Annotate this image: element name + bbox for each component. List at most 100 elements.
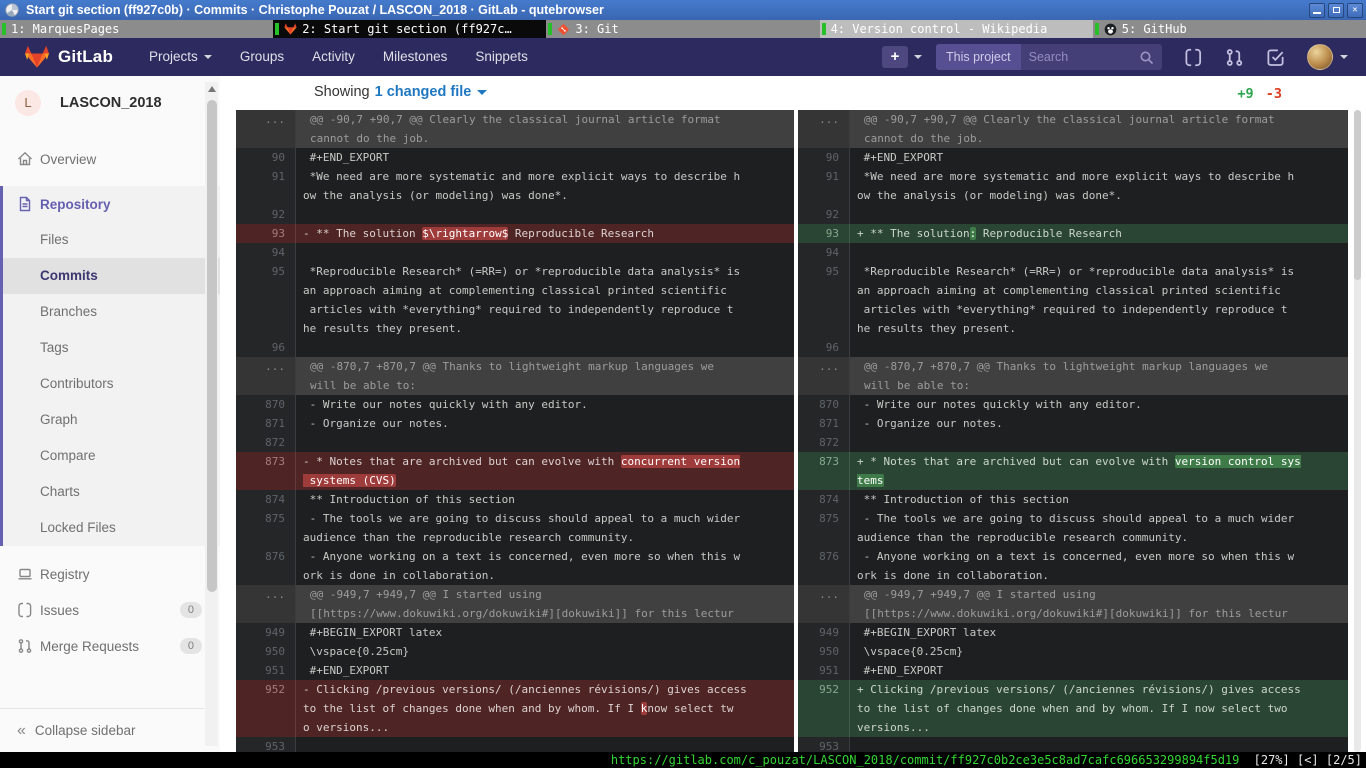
line-number[interactable]: 91 [798,167,850,205]
line-number[interactable]: 953 [798,737,850,752]
sidebar-subitem-files[interactable]: Files [3,222,220,258]
nav-link-groups[interactable]: Groups [226,38,298,76]
line-number[interactable]: 93 [798,224,850,243]
maximize-button[interactable] [1328,3,1344,18]
sidebar-item-merge-requests[interactable]: Merge Requests0 [0,628,220,664]
diff-line-content: @@ -870,7 +870,7 @@ Thanks to lightweigh… [850,357,1348,395]
line-number[interactable]: 950 [798,642,850,661]
line-number[interactable]: 873 [236,452,296,490]
line-number[interactable]: 94 [798,243,850,262]
user-menu-caret-icon[interactable] [1340,55,1348,59]
new-menu-caret-icon[interactable] [914,55,922,59]
line-number[interactable]: 90 [236,148,296,167]
close-button[interactable]: ✕ [1347,3,1363,18]
line-number[interactable]: 92 [236,205,296,224]
diff-line-content: - The tools we are going to discuss shou… [296,509,794,547]
minimize-button[interactable] [1309,3,1325,18]
scrollbar-up-arrow-icon[interactable] [208,86,216,92]
tab-3[interactable]: 3: Git [546,20,819,38]
line-number[interactable]: 875 [798,509,850,547]
sidebar-subitem-locked-files[interactable]: Locked Files [3,510,220,546]
line-number[interactable]: 92 [798,205,850,224]
changed-files-link[interactable]: 1 changed file [375,84,472,100]
sidebar-subitem-commits[interactable]: Commits [3,258,220,294]
line-number[interactable]: 951 [236,661,296,680]
line-number[interactable]: 874 [798,490,850,509]
sidebar-subitem-graph[interactable]: Graph [3,402,220,438]
sidebar-item-registry[interactable]: Registry [0,556,220,592]
line-number[interactable]: 93 [236,224,296,243]
diff-row: 873+ * Notes that are archived but can e… [798,452,1348,490]
tab-bar: 1: MarquesPages2: Start git section (ff9… [0,20,1366,38]
diff-line-content: #+END_EXPORT [850,661,1348,680]
search-icon[interactable] [1139,50,1154,65]
line-number[interactable]: 950 [236,642,296,661]
sidebar-scrollbar[interactable] [205,82,218,746]
line-number[interactable]: 949 [236,623,296,642]
line-number[interactable]: ... [798,110,850,148]
sidebar-scrollbar-thumb[interactable] [207,100,217,592]
line-number[interactable]: 871 [798,414,850,433]
merge-request-icon[interactable] [1225,48,1244,67]
line-number[interactable]: 95 [798,262,850,338]
sidebar-subitem-contributors[interactable]: Contributors [3,366,220,402]
line-number[interactable]: 870 [798,395,850,414]
line-number[interactable]: ... [236,585,296,623]
tab-1[interactable]: 1: MarquesPages [0,20,273,38]
nav-link-projects[interactable]: Projects [135,38,226,76]
line-number[interactable]: 876 [236,547,296,585]
new-menu-button[interactable]: + [882,46,908,68]
issues-icon[interactable] [1184,48,1203,67]
line-number[interactable]: 949 [798,623,850,642]
line-number[interactable]: ... [798,357,850,395]
tab-load-indicator [1095,23,1099,35]
line-number[interactable]: 951 [798,661,850,680]
line-number[interactable]: 95 [236,262,296,338]
project-header[interactable]: L LASCON_2018 [0,76,220,126]
line-number[interactable]: ... [236,110,296,148]
nav-link-activity[interactable]: Activity [298,38,369,76]
diff-line-content [850,205,1348,224]
line-number[interactable]: 875 [236,509,296,547]
line-number[interactable]: ... [798,585,850,623]
line-number[interactable]: 91 [236,167,296,205]
tab-5[interactable]: 5: GitHub [1093,20,1366,38]
nav-link-snippets[interactable]: Snippets [461,38,542,76]
line-number[interactable]: 873 [798,452,850,490]
line-number[interactable]: 874 [236,490,296,509]
line-number[interactable]: 871 [236,414,296,433]
sidebar-subitem-compare[interactable]: Compare [3,438,220,474]
diff-row: 95 *Reproducible Research* (=RR=) or *re… [798,262,1348,338]
sidebar-item-issues[interactable]: Issues0 [0,592,220,628]
todos-icon[interactable] [1266,48,1285,67]
line-number[interactable]: 876 [798,547,850,585]
line-number[interactable]: ... [236,357,296,395]
page-scrollbar-thumb[interactable] [1354,110,1361,280]
line-number[interactable]: 872 [798,433,850,452]
search-input[interactable] [1021,50,1139,64]
tab-4[interactable]: 4: Version control - Wikipedia [820,20,1093,38]
line-number[interactable]: 952 [236,680,296,737]
page-scrollbar[interactable] [1354,110,1361,752]
sidebar-subitem-tags[interactable]: Tags [3,330,220,366]
gitlab-logo[interactable]: GitLab [24,45,113,69]
line-number[interactable]: 96 [236,338,296,357]
line-number[interactable]: 952 [798,680,850,737]
line-number[interactable]: 953 [236,737,296,752]
nav-link-milestones[interactable]: Milestones [369,38,462,76]
diff-row: 871 - Organize our notes. [236,414,794,433]
line-number[interactable]: 870 [236,395,296,414]
line-number[interactable]: 96 [798,338,850,357]
sidebar-item-overview[interactable]: Overview [0,141,220,177]
line-number[interactable]: 90 [798,148,850,167]
sidebar-subitem-charts[interactable]: Charts [3,474,220,510]
changed-files-caret-icon[interactable] [477,90,487,95]
collapse-sidebar-button[interactable]: « Collapse sidebar [0,708,204,752]
sidebar-item-repository[interactable]: Repository [3,186,220,222]
user-avatar[interactable] [1307,44,1333,70]
sidebar-subitem-branches[interactable]: Branches [3,294,220,330]
tab-2[interactable]: 2: Start git section (ff927c… [273,20,546,38]
line-number[interactable]: 872 [236,433,296,452]
line-number[interactable]: 94 [236,243,296,262]
project-sidebar: L LASCON_2018 Overview Repository FilesC… [0,76,220,752]
